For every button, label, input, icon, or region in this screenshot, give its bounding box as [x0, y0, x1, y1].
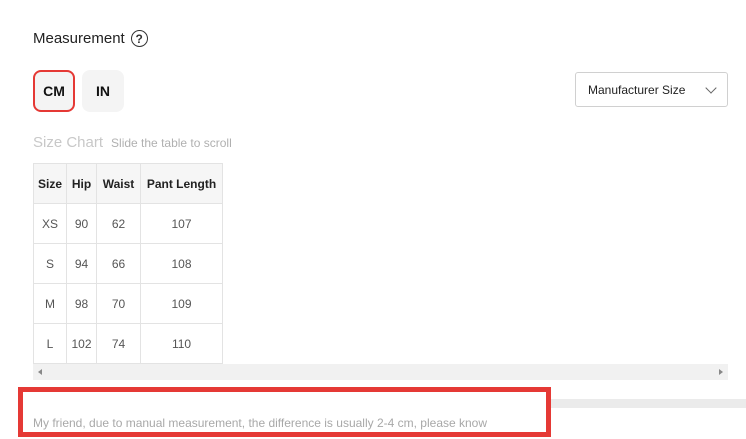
header-waist: Waist — [96, 163, 142, 204]
scroll-left-arrow-icon[interactable] — [38, 369, 42, 375]
table-row: M 98 70 109 — [32, 283, 224, 324]
cell-waist: 66 — [96, 243, 142, 284]
scroll-hint: Slide the table to scroll — [111, 136, 232, 150]
chevron-down-icon — [705, 81, 717, 94]
table-row: XS 90 62 107 — [32, 203, 224, 244]
help-icon[interactable]: ? — [130, 30, 148, 47]
cell-waist: 70 — [96, 283, 142, 324]
cell-waist: 62 — [96, 203, 142, 244]
cell-pant-length: 110 — [140, 323, 224, 364]
cell-size: XS — [32, 203, 68, 244]
measurement-notice: My friend, due to manual measurement, th… — [33, 416, 488, 430]
cell-hip: 90 — [66, 203, 98, 244]
cell-size: M — [32, 283, 68, 324]
header-hip: Hip — [66, 163, 98, 204]
cell-size: L — [32, 323, 68, 364]
unit-cm-button[interactable]: CM — [33, 70, 75, 112]
measurement-title: Measurement — [33, 30, 125, 47]
size-chart-header: Size Chart Slide the table to scroll — [33, 134, 232, 151]
size-table: Size Hip Waist Pant Length XS 90 62 107 … — [32, 163, 224, 364]
notice-background-bar — [548, 399, 746, 408]
cell-hip: 98 — [66, 283, 98, 324]
unit-in-button[interactable]: IN — [82, 70, 124, 112]
table-horizontal-scrollbar[interactable] — [33, 364, 728, 380]
size-type-value: Manufacturer Size — [588, 82, 686, 97]
measurement-heading: Measurement ? — [33, 30, 148, 47]
cell-pant-length: 107 — [140, 203, 224, 244]
table-header-row: Size Hip Waist Pant Length — [32, 163, 224, 204]
table-row: L 102 74 110 — [32, 323, 224, 364]
cell-hip: 94 — [66, 243, 98, 284]
cell-pant-length: 109 — [140, 283, 224, 324]
cell-pant-length: 108 — [140, 243, 224, 284]
cell-hip: 102 — [66, 323, 98, 364]
size-type-select[interactable]: Manufacturer Size — [575, 72, 728, 107]
header-size: Size — [32, 163, 68, 204]
header-pant-length: Pant Length — [140, 163, 224, 204]
scroll-right-arrow-icon[interactable] — [719, 369, 723, 375]
cell-size: S — [32, 243, 68, 284]
size-chart-title: Size Chart — [33, 134, 104, 151]
cell-waist: 74 — [96, 323, 142, 364]
table-row: S 94 66 108 — [32, 243, 224, 284]
